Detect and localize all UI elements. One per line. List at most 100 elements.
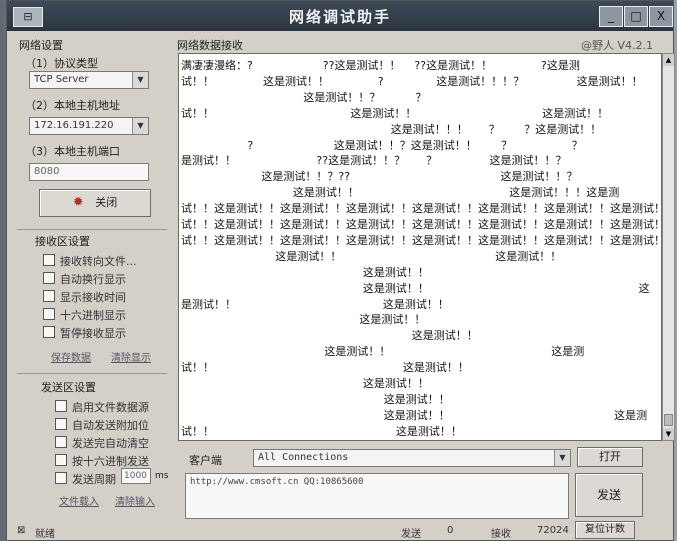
- checkbox-box[interactable]: [43, 326, 55, 338]
- received-line: 试！！这是测试！！这是测试！！这是测试！！这是测试！！这是测试！！这是测试！！这…: [181, 233, 662, 247]
- send-interval-unit: ms: [155, 471, 169, 481]
- protocol-select[interactable]: TCP Server ▼: [29, 71, 149, 89]
- received-line: 试！！ 这是测试！！ ? 这是测试！！！？ 这是测试！！: [181, 74, 643, 88]
- host-value: 172.16.191.220: [34, 120, 114, 131]
- received-line: 试！！ 这是测试！！ 这是测试！！: [181, 106, 609, 120]
- checkbox-box[interactable]: [55, 454, 67, 466]
- auto-wrap-checkbox[interactable]: 自动换行显示: [43, 271, 126, 287]
- received-line: 这是测试！！！ ？ ？这是测试！！: [181, 122, 602, 136]
- open-button[interactable]: 打开: [577, 447, 643, 467]
- checkbox-label: 自动发送附加位: [72, 419, 149, 432]
- receive-area-title: 网络数据接收: [177, 39, 243, 52]
- checkbox-label: 十六进制显示: [60, 309, 126, 322]
- received-line: 这是测试！！: [181, 329, 478, 343]
- chevron-down-icon[interactable]: ▼: [132, 72, 148, 88]
- received-line: 试！！ 这是测试！！: [181, 424, 462, 438]
- checkbox-box[interactable]: [43, 254, 55, 266]
- checkbox-box[interactable]: [55, 418, 67, 430]
- received-line: 试！！ 这是测试！！: [181, 361, 469, 375]
- divider: [17, 373, 167, 374]
- show-time-checkbox[interactable]: 显示接收时间: [43, 289, 126, 305]
- host-select[interactable]: 172.16.191.220 ▼: [29, 117, 149, 135]
- title-bar: ⊟ 网络调试助手 _ □ X: [7, 1, 673, 31]
- connection-status-icon: ✹: [72, 195, 84, 210]
- scroll-down-icon[interactable]: ▼: [663, 428, 674, 440]
- window-title: 网络调试助手: [288, 8, 391, 26]
- file-load-link[interactable]: 文件载入: [59, 493, 99, 508]
- app-window: ⊟ 网络调试助手 _ □ X 网络设置 （1）协议类型 TCP Server ▼…: [6, 0, 675, 541]
- host-label: （2）本地主机地址: [25, 99, 120, 112]
- received-line: 满凄凄漫络：? ??这是测试！！ ??这是测试！！ ?这是测: [181, 59, 580, 72]
- checkbox-box[interactable]: [55, 400, 67, 412]
- port-input[interactable]: 8080: [29, 163, 149, 181]
- received-line: 是测试！！ ??这是测试！！？ ？ 这是测试！！？: [181, 154, 567, 168]
- receive-settings-title: 接收区设置: [35, 235, 90, 248]
- send-settings-title: 发送区设置: [41, 381, 96, 394]
- status-ready: 就绪: [35, 529, 55, 540]
- checkbox-label: 暂停接收显示: [60, 327, 126, 340]
- network-settings-title: 网络设置: [19, 39, 63, 52]
- received-line: 试！！这是测试！！这是测试！！这是测试！！这是测试！！这是测试！！这是测试！！这…: [181, 218, 662, 231]
- auto-clear-checkbox[interactable]: 发送完自动清空: [55, 435, 149, 451]
- hex-display-checkbox[interactable]: 十六进制显示: [43, 307, 126, 323]
- receive-to-file-checkbox[interactable]: 接收转向文件...: [43, 253, 137, 269]
- recv-count-label: 接收: [491, 529, 511, 540]
- client-value: All Connections: [258, 452, 349, 463]
- hex-send-checkbox[interactable]: 按十六进制发送: [55, 453, 149, 469]
- received-line: 这是测试！！？?? 这是测试！！？: [181, 170, 578, 184]
- checkbox-label: 显示接收时间: [60, 291, 126, 304]
- checkbox-box[interactable]: [43, 308, 55, 320]
- checkbox-label: 自动换行显示: [60, 273, 126, 286]
- received-line: 这是测试！！: [181, 392, 450, 406]
- clear-display-link[interactable]: 清除显示: [111, 349, 151, 364]
- scrollbar-thumb[interactable]: [664, 414, 673, 426]
- settings-panel: 网络设置 （1）协议类型 TCP Server ▼ （2）本地主机地址 172.…: [15, 35, 173, 535]
- save-data-link[interactable]: 保存数据: [51, 349, 91, 364]
- send-button[interactable]: 发送: [575, 473, 643, 517]
- checkbox-label: 按十六进制发送: [72, 455, 149, 468]
- connect-close-button[interactable]: ✹ 关闭: [39, 189, 151, 217]
- protocol-label: （1）协议类型: [25, 57, 98, 70]
- close-button[interactable]: X: [649, 6, 673, 27]
- minimize-button[interactable]: _: [599, 6, 623, 27]
- checkbox-box[interactable]: [43, 272, 55, 284]
- chevron-down-icon[interactable]: ▼: [132, 118, 148, 134]
- reset-count-button[interactable]: 复位计数: [575, 521, 635, 539]
- checkbox-box[interactable]: [55, 472, 67, 484]
- protocol-value: TCP Server: [34, 74, 89, 85]
- received-line: 这是测试！！ 这是测试！！！这是测: [181, 186, 620, 200]
- checkbox-label: 发送完自动清空: [72, 437, 149, 450]
- received-line: 这是测试！！ 这: [181, 281, 650, 295]
- send-count-label: 发送: [401, 529, 421, 540]
- receive-scrollbar[interactable]: ▲ ▼: [662, 53, 675, 441]
- auto-append-checkbox[interactable]: 自动发送附加位: [55, 417, 149, 433]
- received-line: 这是测试！！: [181, 265, 429, 279]
- pause-display-checkbox[interactable]: 暂停接收显示: [43, 325, 126, 341]
- status-icon: ⊠: [17, 525, 26, 536]
- received-line: ? 这是测试！！？这是测试！！ ？ ？ 这: [181, 138, 662, 152]
- receive-textarea[interactable]: 满凄凄漫络：? ??这是测试！！ ??这是测试！！ ?这是测 试！！ 这是测试！！…: [178, 53, 662, 441]
- send-interval-checkbox[interactable]: 发送周期: [55, 471, 116, 487]
- checkbox-box[interactable]: [55, 436, 67, 448]
- received-line: 这是测试！！: [181, 313, 426, 327]
- divider: [17, 229, 167, 230]
- chevron-down-icon[interactable]: ▼: [554, 450, 570, 466]
- send-interval-input[interactable]: 1000: [121, 468, 151, 484]
- maximize-button[interactable]: □: [624, 6, 648, 27]
- file-source-checkbox[interactable]: 启用文件数据源: [55, 399, 149, 415]
- checkbox-label: 发送周期: [72, 473, 116, 486]
- received-line: 是测试！！ 这是测试！！: [181, 297, 449, 311]
- received-line: 这是测试！！ 这是测试！！: [181, 249, 562, 263]
- checkbox-box[interactable]: [43, 290, 55, 302]
- received-line: 这是测试！！ 这是测: [181, 345, 585, 359]
- client-label: 客户端: [189, 454, 222, 467]
- received-line: 试！！这是测试！！这是测试！！这是测试！！这是测试！！这是测试！！这是测试！！这…: [181, 202, 662, 216]
- send-textarea[interactable]: http://www.cmsoft.cn QQ:10865600: [185, 473, 569, 519]
- client-select[interactable]: All Connections ▼: [253, 449, 571, 467]
- port-label: （3）本地主机端口: [25, 145, 120, 158]
- checkbox-label: 接收转向文件...: [60, 255, 137, 268]
- clear-input-link[interactable]: 清除输入: [115, 493, 155, 508]
- scroll-up-icon[interactable]: ▲: [663, 54, 674, 66]
- recv-count-value: 72024: [537, 525, 569, 536]
- connect-close-label: 关闭: [95, 196, 118, 209]
